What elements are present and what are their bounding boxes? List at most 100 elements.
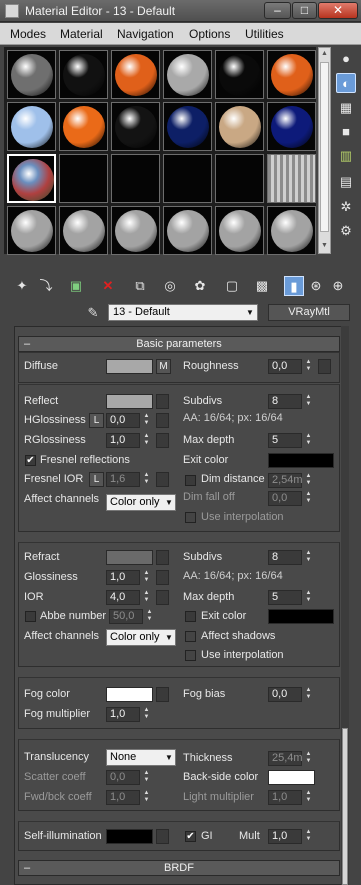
- basic-parameters-header[interactable]: – Basic parameters: [18, 336, 340, 352]
- material-slot[interactable]: [163, 50, 212, 99]
- reflect-max-depth-value[interactable]: 5: [268, 433, 302, 448]
- spinner-arrows-icon[interactable]: ▲ ▼: [303, 790, 314, 805]
- reflect-color-swatch[interactable]: [106, 394, 153, 409]
- fresnel-ior-map-button[interactable]: [156, 472, 169, 487]
- abbe-number-checkbox[interactable]: [25, 611, 36, 622]
- dim-distance-checkbox[interactable]: [185, 475, 196, 486]
- spinner-arrows-icon[interactable]: ▲ ▼: [141, 770, 152, 785]
- glossiness-value[interactable]: 1,0: [106, 570, 140, 585]
- menu-modes[interactable]: Modes: [10, 27, 46, 41]
- reflect-max-depth-spinner[interactable]: 5 ▲ ▼: [268, 433, 315, 448]
- minimize-button[interactable]: –: [264, 2, 291, 19]
- menu-utilities[interactable]: Utilities: [245, 27, 284, 41]
- material-slot[interactable]: [59, 102, 108, 151]
- material-slot[interactable]: [163, 154, 212, 203]
- reflect-exit-color-swatch[interactable]: [268, 453, 334, 468]
- spinner-arrows-icon[interactable]: ▲ ▼: [303, 394, 314, 409]
- refract-map-button[interactable]: [156, 550, 169, 565]
- refract-color-swatch[interactable]: [106, 550, 153, 565]
- scatter-coeff-value[interactable]: 0,0: [106, 770, 140, 785]
- roughness-value[interactable]: 0,0: [268, 359, 302, 374]
- brdf-header[interactable]: – BRDF: [18, 860, 340, 876]
- rglossiness-spinner[interactable]: 1,0 ▲ ▼: [106, 433, 153, 448]
- diffuse-map-button[interactable]: M: [156, 359, 171, 374]
- fwd-bck-coeff-value[interactable]: 1,0: [106, 790, 140, 805]
- material-slot[interactable]: [163, 206, 212, 255]
- spinner-arrows-icon[interactable]: ▲ ▼: [144, 609, 155, 624]
- menu-material[interactable]: Material: [60, 27, 103, 41]
- material-slot[interactable]: [111, 206, 160, 255]
- spinner-arrows-icon[interactable]: ▲ ▼: [303, 473, 314, 488]
- material-name-dropdown[interactable]: 13 - Default ▼: [108, 304, 258, 321]
- select-by-material-icon[interactable]: ⚙: [336, 221, 356, 241]
- fresnel-ior-value[interactable]: 1,6: [106, 472, 140, 487]
- refract-exit-color-checkbox[interactable]: [185, 611, 196, 622]
- maximize-button[interactable]: □: [292, 2, 317, 19]
- roughness-spinner[interactable]: 0,0 ▲ ▼: [268, 359, 315, 374]
- spinner-arrows-icon[interactable]: ▲ ▼: [141, 433, 152, 448]
- reflect-affect-channels-dropdown[interactable]: Color only ▼: [106, 494, 176, 511]
- spinner-arrows-icon[interactable]: ▲ ▼: [303, 550, 314, 565]
- refract-subdivs-value[interactable]: 8: [268, 550, 302, 565]
- abbe-number-spinner[interactable]: 50,0 ▲ ▼: [109, 609, 156, 624]
- menu-navigation[interactable]: Navigation: [117, 27, 174, 41]
- self-illumination-mult-value[interactable]: 1,0: [268, 829, 302, 844]
- title-bar[interactable]: Material Editor - 13 - Default – □ ✕: [0, 0, 361, 22]
- spinner-arrows-icon[interactable]: ▲ ▼: [303, 433, 314, 448]
- diffuse-color-swatch[interactable]: [106, 359, 153, 374]
- material-slot[interactable]: [267, 102, 316, 151]
- dim-distance-value[interactable]: 2,54m: [268, 473, 303, 488]
- rglossiness-map-button[interactable]: [156, 433, 169, 448]
- hglossiness-map-button[interactable]: [156, 413, 169, 428]
- thickness-spinner[interactable]: 25,4m ▲ ▼: [268, 751, 315, 766]
- spinner-arrows-icon[interactable]: ▲ ▼: [141, 707, 152, 722]
- scroll-up-icon[interactable]: ▲: [320, 48, 329, 60]
- fog-color-map-button[interactable]: [156, 687, 169, 702]
- make-preview-icon[interactable]: ▤: [336, 172, 356, 192]
- spinner-arrows-icon[interactable]: ▲ ▼: [303, 359, 314, 374]
- material-slot[interactable]: [111, 154, 160, 203]
- fog-color-swatch[interactable]: [106, 687, 153, 702]
- reflect-subdivs-spinner[interactable]: 8 ▲ ▼: [268, 394, 315, 409]
- put-to-scene-icon[interactable]: ⤵: [36, 276, 56, 296]
- fog-multiplier-value[interactable]: 1,0: [106, 707, 140, 722]
- slots-scrollbar[interactable]: ▲ ▼: [318, 47, 331, 254]
- self-illumination-mult-spinner[interactable]: 1,0 ▲ ▼: [268, 829, 315, 844]
- material-slot[interactable]: [163, 102, 212, 151]
- spinner-arrows-icon[interactable]: ▲ ▼: [303, 491, 314, 506]
- fog-bias-spinner[interactable]: 0,0 ▲ ▼: [268, 687, 315, 702]
- roughness-map-button[interactable]: [318, 359, 331, 374]
- light-multiplier-value[interactable]: 1,0: [268, 790, 302, 805]
- refract-use-interpolation-checkbox[interactable]: [185, 650, 196, 661]
- reset-icon[interactable]: ✕: [98, 276, 118, 296]
- menu-options[interactable]: Options: [189, 27, 230, 41]
- material-type-button[interactable]: VRayMtl: [268, 304, 350, 321]
- reflect-map-button[interactable]: [156, 394, 169, 409]
- material-slot[interactable]: [111, 102, 160, 151]
- options-icon[interactable]: ✲: [336, 197, 356, 217]
- uv-tiling-icon[interactable]: ■: [336, 122, 356, 142]
- fresnel-ior-lock-button[interactable]: L: [89, 472, 104, 487]
- panel-scroll-thumb[interactable]: [342, 728, 348, 885]
- material-slot[interactable]: [7, 154, 56, 203]
- scroll-down-icon[interactable]: ▼: [320, 240, 329, 252]
- fog-bias-value[interactable]: 0,0: [268, 687, 302, 702]
- ior-value[interactable]: 4,0: [106, 590, 140, 605]
- spinner-arrows-icon[interactable]: ▲ ▼: [141, 570, 152, 585]
- refract-max-depth-spinner[interactable]: 5 ▲ ▼: [268, 590, 315, 605]
- ior-map-button[interactable]: [156, 590, 169, 605]
- refract-affect-channels-dropdown[interactable]: Color only ▼: [106, 629, 176, 646]
- fresnel-ior-spinner[interactable]: 1,6 ▲ ▼: [106, 472, 153, 487]
- material-slot[interactable]: [267, 50, 316, 99]
- ior-spinner[interactable]: 4,0 ▲ ▼: [106, 590, 153, 605]
- hglossiness-lock-button[interactable]: L: [89, 413, 104, 428]
- spinner-arrows-icon[interactable]: ▲ ▼: [303, 751, 314, 766]
- material-slot[interactable]: [215, 50, 264, 99]
- sample-type-icon[interactable]: ●: [336, 49, 356, 69]
- assign-to-selection-icon[interactable]: ▣: [66, 276, 86, 296]
- rglossiness-value[interactable]: 1,0: [106, 433, 140, 448]
- spinner-arrows-icon[interactable]: ▲ ▼: [303, 687, 314, 702]
- self-illumination-map-button[interactable]: [156, 829, 169, 844]
- spinner-arrows-icon[interactable]: ▲ ▼: [141, 590, 152, 605]
- translucency-dropdown[interactable]: None ▼: [106, 749, 176, 766]
